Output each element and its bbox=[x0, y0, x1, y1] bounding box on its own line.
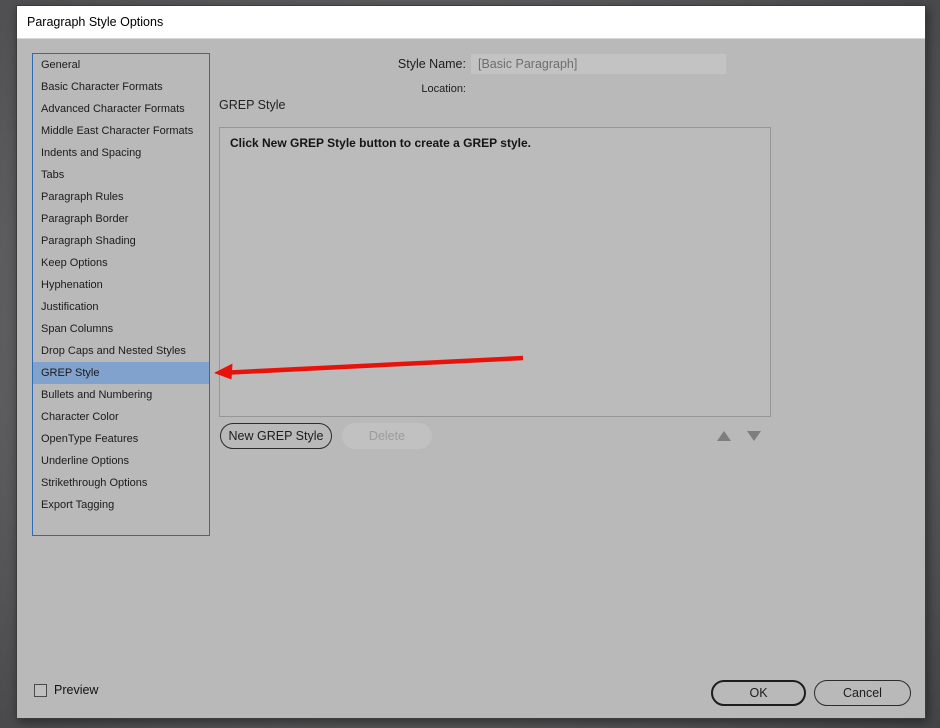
grep-empty-message: Click New GREP Style button to create a … bbox=[230, 136, 531, 150]
app-background: Paragraph Style Options General Basic Cha… bbox=[0, 0, 940, 728]
dialog-titlebar[interactable]: Paragraph Style Options bbox=[17, 6, 925, 39]
sidebar-item-opentype-features[interactable]: OpenType Features bbox=[33, 428, 209, 450]
location-label: Location: bbox=[421, 83, 466, 95]
sidebar-item-indents-and-spacing[interactable]: Indents and Spacing bbox=[33, 142, 209, 164]
sidebar-item-span-columns[interactable]: Span Columns bbox=[33, 318, 209, 340]
move-up-icon[interactable] bbox=[717, 431, 731, 441]
new-grep-style-button[interactable]: New GREP Style bbox=[220, 423, 332, 449]
sidebar-item-general[interactable]: General bbox=[33, 54, 209, 76]
move-down-icon[interactable] bbox=[747, 431, 761, 441]
cancel-button[interactable]: Cancel bbox=[814, 680, 911, 706]
preview-checkbox[interactable] bbox=[34, 683, 47, 697]
sidebar-item-export-tagging[interactable]: Export Tagging bbox=[33, 494, 209, 516]
style-name-label: Style Name: bbox=[397, 57, 466, 71]
grep-style-list-panel: Click New GREP Style button to create a … bbox=[219, 127, 771, 417]
sidebar-item-tabs[interactable]: Tabs bbox=[33, 164, 209, 186]
sidebar-item-strikethrough-options[interactable]: Strikethrough Options bbox=[33, 472, 209, 494]
sidebar-item-paragraph-shading[interactable]: Paragraph Shading bbox=[33, 230, 209, 252]
sidebar-list: General Basic Character Formats Advanced C… bbox=[32, 53, 210, 536]
sidebar-item-underline-options[interactable]: Underline Options bbox=[33, 450, 209, 472]
sidebar-item-character-color[interactable]: Character Color bbox=[33, 406, 209, 428]
paragraph-style-options-dialog: Paragraph Style Options General Basic Cha… bbox=[16, 5, 926, 719]
sidebar-item-bullets-and-numbering[interactable]: Bullets and Numbering bbox=[33, 384, 209, 406]
dialog-title: Paragraph Style Options bbox=[27, 15, 164, 29]
sidebar-item-paragraph-border[interactable]: Paragraph Border bbox=[33, 208, 209, 230]
style-name-input[interactable] bbox=[471, 54, 726, 74]
delete-button[interactable]: Delete bbox=[342, 423, 432, 449]
preview-label: Preview bbox=[54, 683, 99, 697]
sidebar-item-grep-style[interactable]: GREP Style bbox=[33, 362, 209, 384]
sidebar-item-middle-east-character-formats[interactable]: Middle East Character Formats bbox=[33, 120, 209, 142]
sidebar-item-basic-character-formats[interactable]: Basic Character Formats bbox=[33, 76, 209, 98]
sidebar-item-keep-options[interactable]: Keep Options bbox=[33, 252, 209, 274]
sidebar-item-hyphenation[interactable]: Hyphenation bbox=[33, 274, 209, 296]
sidebar-item-paragraph-rules[interactable]: Paragraph Rules bbox=[33, 186, 209, 208]
sidebar-item-drop-caps-and-nested-styles[interactable]: Drop Caps and Nested Styles bbox=[33, 340, 209, 362]
ok-button[interactable]: OK bbox=[711, 680, 806, 706]
grep-style-section-title: GREP Style bbox=[219, 98, 286, 112]
sidebar-item-justification[interactable]: Justification bbox=[33, 296, 209, 318]
preview-option: Preview bbox=[34, 682, 98, 698]
sidebar-item-advanced-character-formats[interactable]: Advanced Character Formats bbox=[33, 98, 209, 120]
